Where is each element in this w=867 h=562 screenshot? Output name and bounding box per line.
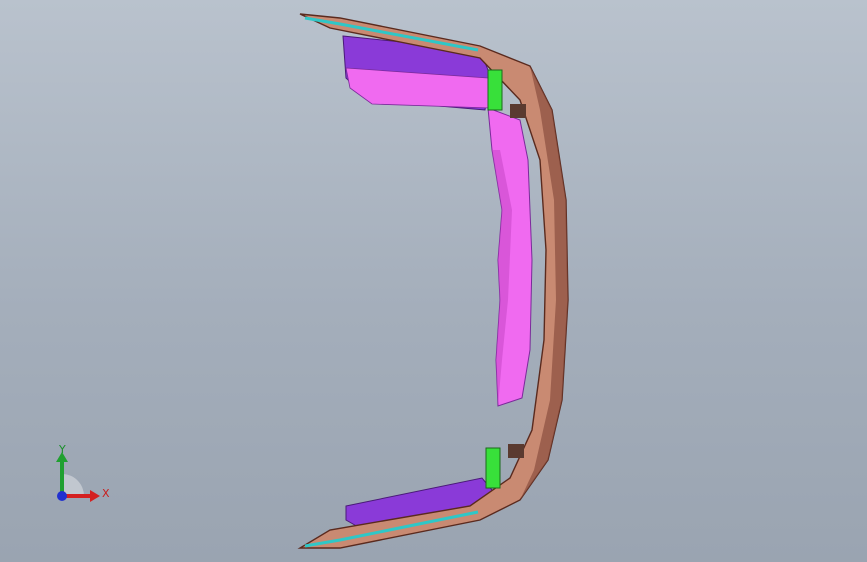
bumper-assembly-model[interactable] [0, 0, 867, 562]
z-axis-dot [57, 491, 67, 501]
cad-viewport[interactable]: Y X [0, 0, 867, 562]
y-axis-label: Y [59, 443, 66, 456]
upper-mount-bracket[interactable] [487, 69, 503, 111]
lower-mount-bracket[interactable] [485, 447, 501, 489]
x-axis-arrowhead [90, 490, 100, 502]
x-axis-label: X [102, 487, 110, 500]
upper-clip [510, 104, 526, 118]
lower-clip [508, 444, 524, 458]
